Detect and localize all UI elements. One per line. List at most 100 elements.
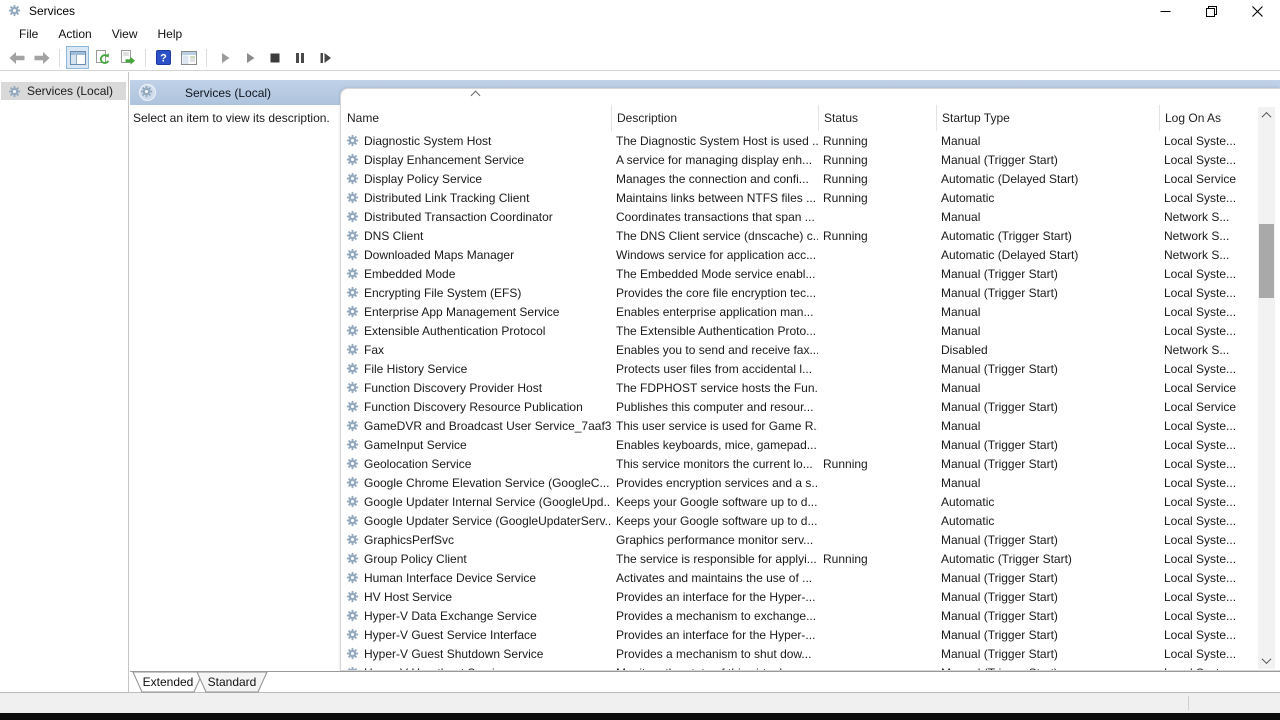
table-row[interactable]: HV Host Service Provides an interface fo… [341, 587, 1263, 606]
help-icon: ? [156, 50, 171, 65]
service-name: GameInput Service [364, 438, 467, 452]
show-console-tree-button[interactable] [66, 46, 89, 69]
scrollbar-thumb[interactable] [1259, 224, 1274, 298]
tab-standard[interactable]: Standard [196, 672, 268, 692]
start-service-button[interactable] [213, 46, 236, 69]
service-description: The DNS Client service (dnscache) c... [611, 229, 818, 243]
table-row[interactable]: File History Service Protects user files… [341, 359, 1263, 378]
close-button[interactable] [1234, 0, 1280, 22]
menu-help[interactable]: Help [148, 24, 193, 44]
service-description: Coordinates transactions that span ... [611, 210, 818, 224]
minimize-button[interactable] [1142, 0, 1188, 22]
table-row[interactable]: Extensible Authentication Protocol The E… [341, 321, 1263, 340]
resume-service-button[interactable] [238, 46, 261, 69]
table-row[interactable]: Fax Enables you to send and receive fax.… [341, 340, 1263, 359]
sidebar-item-services-local[interactable]: Services (Local) [1, 82, 126, 100]
table-row[interactable]: Diagnostic System Host The Diagnostic Sy… [341, 131, 1263, 150]
menu-file[interactable]: File [9, 24, 48, 44]
column-header-startup-type[interactable]: Startup Type [937, 105, 1160, 131]
service-name: Human Interface Device Service [364, 571, 536, 585]
table-row[interactable]: Display Enhancement Service A service fo… [341, 150, 1263, 169]
service-startup-type: Automatic [936, 495, 1159, 509]
service-gear-icon [346, 191, 359, 204]
service-name: Diagnostic System Host [364, 134, 491, 148]
service-startup-type: Manual [936, 419, 1159, 433]
service-startup-type: Manual [936, 134, 1159, 148]
menu-action[interactable]: Action [48, 24, 101, 44]
console-main-area: Services (Local) Services (Local) Select… [0, 72, 1280, 693]
service-name: GraphicsPerfSvc [364, 533, 454, 547]
services-list-body: Diagnostic System Host The Diagnostic Sy… [341, 131, 1263, 670]
service-gear-icon [346, 248, 359, 261]
service-gear-icon [346, 286, 359, 299]
service-logon-as: Local Syste... [1159, 134, 1263, 148]
stop-service-button[interactable] [263, 46, 286, 69]
table-row[interactable]: Google Updater Service (GoogleUpdaterSer… [341, 511, 1263, 530]
service-gear-icon [346, 362, 359, 375]
menu-view[interactable]: View [102, 24, 148, 44]
service-status: Running [818, 229, 936, 243]
export-list-button[interactable] [116, 46, 139, 69]
service-logon-as: Local Service [1159, 400, 1263, 414]
table-row[interactable]: Encrypting File System (EFS) Provides th… [341, 283, 1263, 302]
forward-button[interactable] [30, 46, 53, 69]
table-row[interactable]: Google Chrome Elevation Service (GoogleC… [341, 473, 1263, 492]
pause-service-button[interactable] [288, 46, 311, 69]
vertical-scrollbar[interactable] [1258, 107, 1275, 669]
table-row[interactable]: Function Discovery Provider Host The FDP… [341, 378, 1263, 397]
table-row[interactable]: Embedded Mode The Embedded Mode service … [341, 264, 1263, 283]
table-row[interactable]: Google Updater Internal Service (GoogleU… [341, 492, 1263, 511]
service-logon-as: Local Syste... [1159, 419, 1263, 433]
service-gear-icon [346, 381, 359, 394]
scroll-up-button[interactable] [1258, 107, 1275, 124]
back-button[interactable] [5, 46, 28, 69]
console-tree-pane: Services (Local) [0, 72, 129, 692]
column-header-status[interactable]: Status [819, 105, 937, 131]
restore-icon [1206, 6, 1217, 17]
table-row[interactable]: Human Interface Device Service Activates… [341, 568, 1263, 587]
service-startup-type: Manual (Trigger Start) [936, 533, 1159, 547]
table-row[interactable]: Downloaded Maps Manager Windows service … [341, 245, 1263, 264]
service-logon-as: Local Syste... [1159, 457, 1263, 471]
column-header-name[interactable]: Name [342, 105, 612, 131]
column-header-description[interactable]: Description [612, 105, 819, 131]
service-status: Running [818, 552, 936, 566]
table-row[interactable]: Distributed Transaction Coordinator Coor… [341, 207, 1263, 226]
table-row[interactable]: GameInput Service Enables keyboards, mic… [341, 435, 1263, 454]
title-bar: Services [0, 0, 1280, 22]
table-row[interactable]: Hyper-V Guest Service Interface Provides… [341, 625, 1263, 644]
chevron-up-icon [1262, 112, 1272, 122]
pane-title: Services (Local) [185, 86, 271, 100]
resume-service-icon [243, 51, 257, 65]
help-button[interactable]: ? [152, 46, 175, 69]
restore-button[interactable] [1188, 0, 1234, 22]
show-console-tree-icon [70, 51, 86, 65]
service-description: Publishes this computer and resour... [611, 400, 818, 414]
scroll-down-button[interactable] [1258, 652, 1275, 669]
table-row[interactable]: Function Discovery Resource Publication … [341, 397, 1263, 416]
table-row[interactable]: Group Policy Client The service is respo… [341, 549, 1263, 568]
show-hide-action-pane-button[interactable] [177, 46, 200, 69]
service-logon-as: Local Service [1159, 172, 1263, 186]
table-row[interactable]: Display Policy Service Manages the conne… [341, 169, 1263, 188]
refresh-button[interactable] [91, 46, 114, 69]
service-gear-icon [346, 590, 359, 603]
table-row[interactable]: GameDVR and Broadcast User Service_7aaf3… [341, 416, 1263, 435]
service-logon-as: Local Syste... [1159, 495, 1263, 509]
restart-service-button[interactable] [313, 46, 336, 69]
table-row[interactable]: DNS Client The DNS Client service (dnsca… [341, 226, 1263, 245]
description-hint: Select an item to view its description. [133, 111, 330, 125]
service-name: Hyper-V Data Exchange Service [364, 609, 537, 623]
table-row[interactable]: Geolocation Service This service monitor… [341, 454, 1263, 473]
table-row[interactable]: Distributed Link Tracking Client Maintai… [341, 188, 1263, 207]
table-row[interactable]: GraphicsPerfSvc Graphics performance mon… [341, 530, 1263, 549]
service-logon-as: Local Syste... [1159, 476, 1263, 490]
tab-extended[interactable]: Extended [132, 672, 204, 692]
table-row[interactable]: Hyper-V Heartbeat Service Monitors the s… [341, 663, 1263, 670]
table-row[interactable]: Hyper-V Guest Shutdown Service Provides … [341, 644, 1263, 663]
table-row[interactable]: Enterprise App Management Service Enable… [341, 302, 1263, 321]
service-gear-icon [346, 533, 359, 546]
service-name: Hyper-V Guest Service Interface [364, 628, 537, 642]
service-startup-type: Manual (Trigger Start) [936, 609, 1159, 623]
table-row[interactable]: Hyper-V Data Exchange Service Provides a… [341, 606, 1263, 625]
